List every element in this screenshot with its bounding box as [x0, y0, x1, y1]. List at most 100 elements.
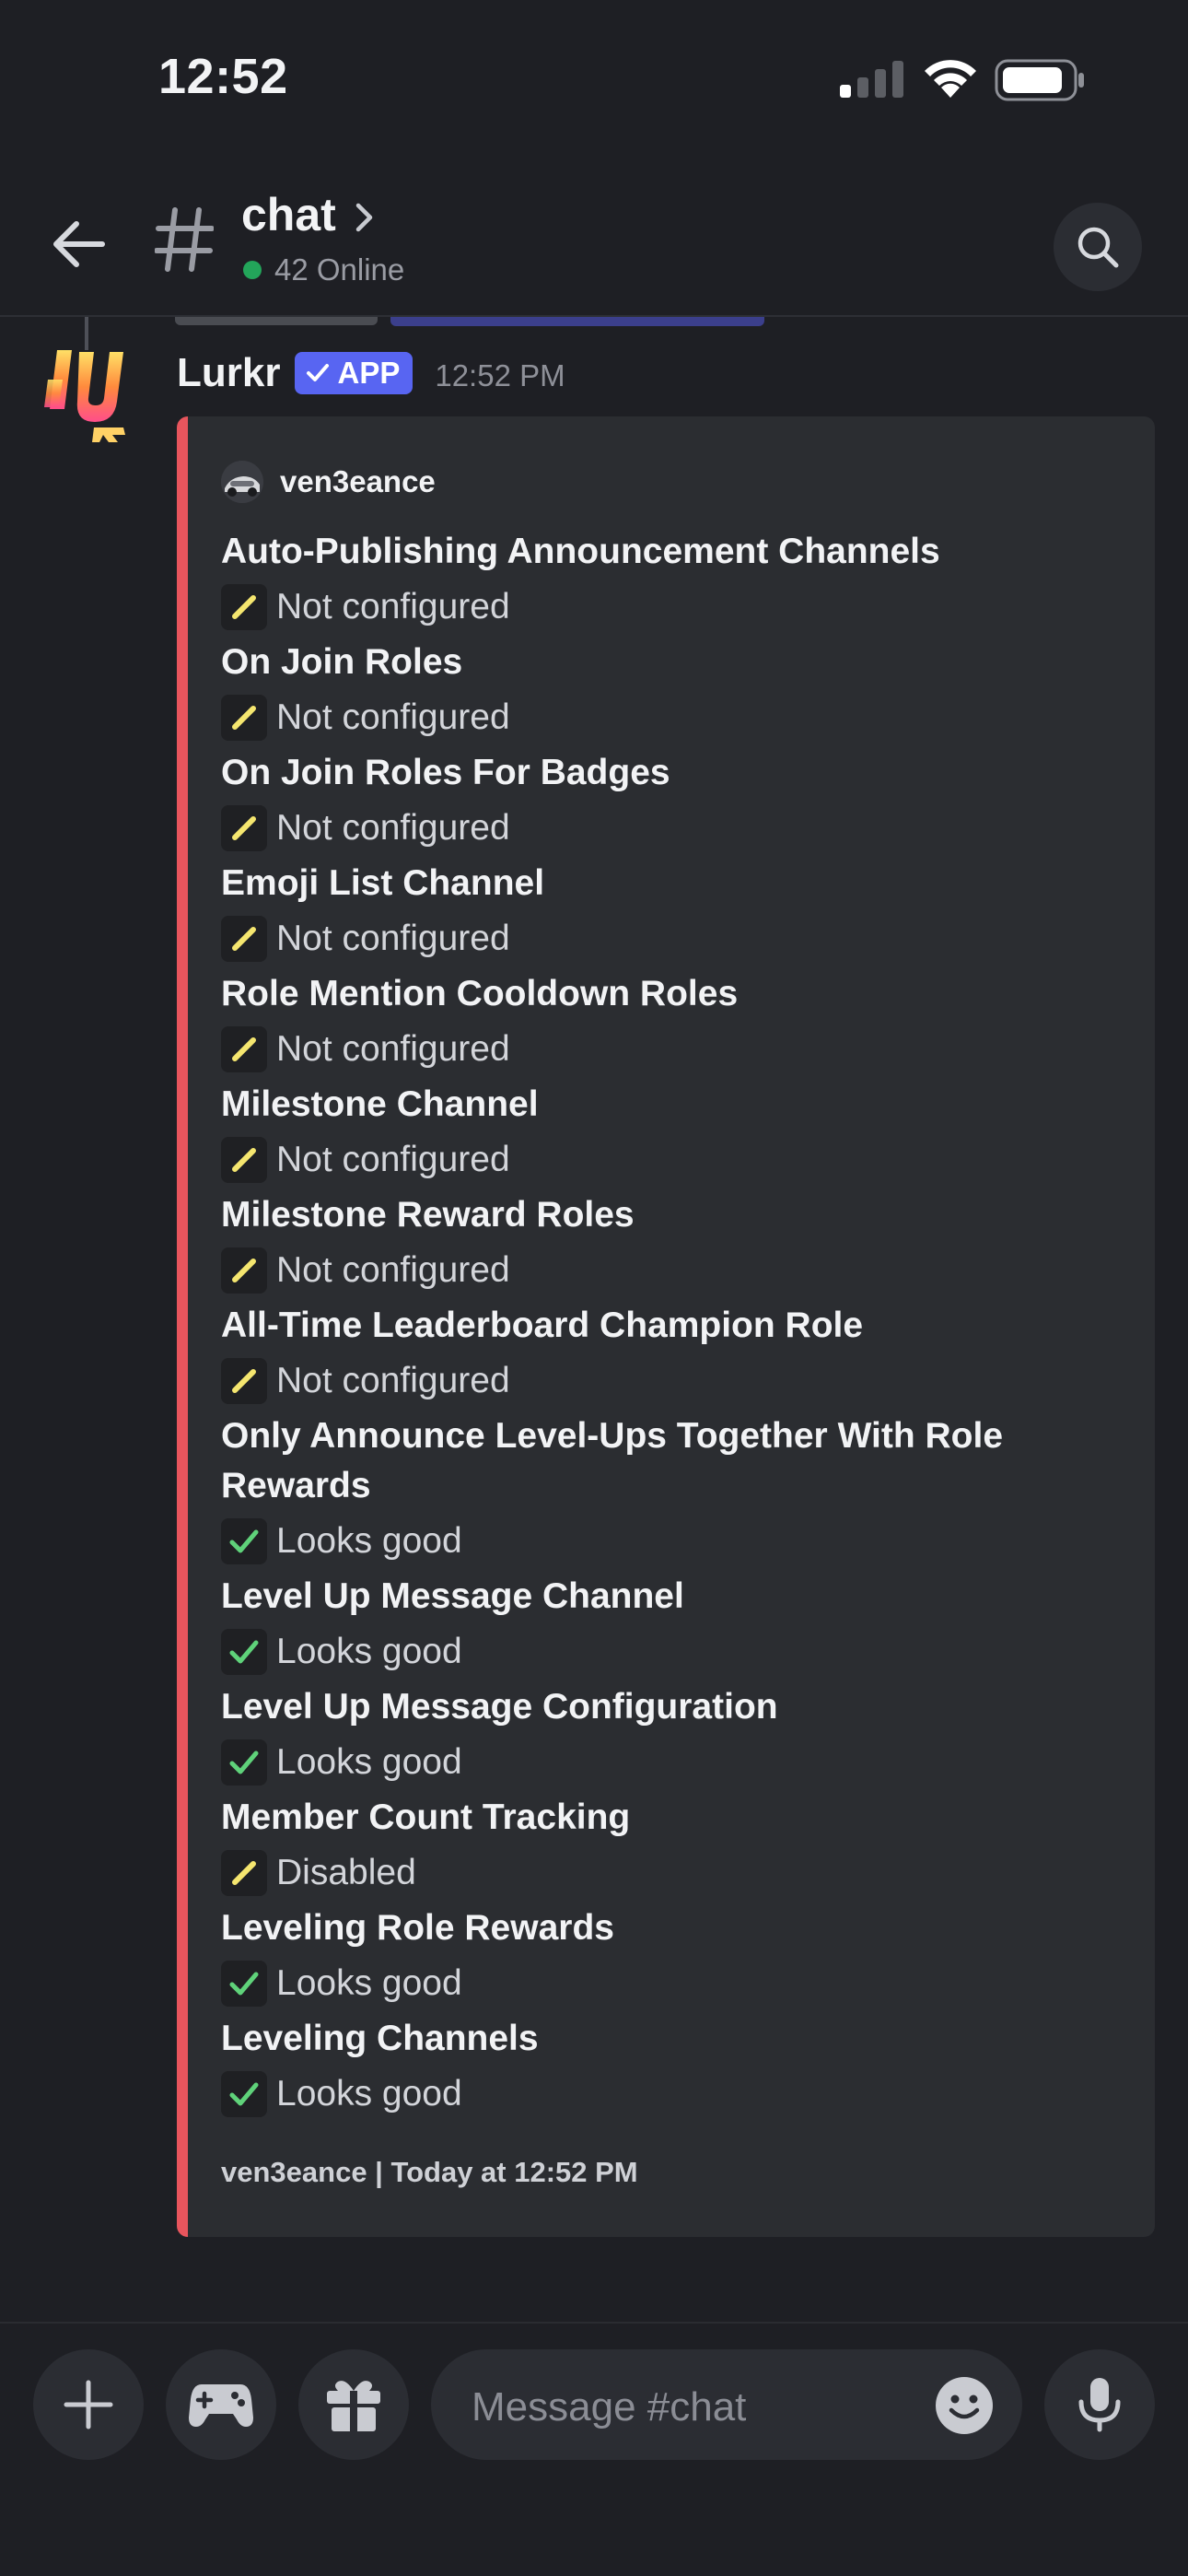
search-icon	[1077, 227, 1119, 268]
embed-field-value: Not configured	[276, 587, 510, 626]
embed-field: Level Up Message Channel Looks good	[221, 1572, 1124, 1682]
embed-field-name: Level Up Message Configuration	[221, 1687, 778, 1727]
voice-message-button[interactable]	[1044, 2349, 1155, 2460]
embed-accent-bar	[177, 416, 188, 2237]
previous-message-fragment	[0, 317, 1188, 332]
back-button[interactable]	[37, 203, 120, 286]
embed-field-value-row: Not configured	[221, 1351, 1124, 1411]
bot-avatar[interactable]	[44, 343, 136, 444]
embed-field: Role Mention Cooldown Roles Not configure…	[221, 969, 1124, 1080]
embed-field: Leveling Role Rewards Looks good	[221, 1903, 1124, 2014]
pencil-icon	[221, 584, 267, 630]
embed-field-value: Not configured	[276, 697, 510, 737]
pencil-icon	[221, 1137, 267, 1183]
check-icon	[221, 1629, 267, 1675]
embed-field: Emoji List Channel Not configured	[221, 859, 1124, 969]
embed-field-value-row: Looks good	[221, 1622, 1124, 1682]
embed-author: ven3eance	[221, 461, 436, 503]
embed-field-value: Looks good	[276, 2074, 462, 2113]
embed-footer: ven3eance | Today at 12:52 PM	[221, 2156, 638, 2188]
embed-field-value: Not configured	[276, 808, 510, 848]
embed-field-name: All-Time Leaderboard Champion Role	[221, 1306, 864, 1345]
search-button[interactable]	[1054, 203, 1142, 291]
message-input-placeholder: Message #chat	[472, 2384, 747, 2430]
gift-button[interactable]	[298, 2349, 409, 2460]
embed-field-value-row: Not configured	[221, 577, 1124, 638]
embed-field-value-row: Looks good	[221, 1732, 1124, 1793]
embed-field-value: Not configured	[276, 1140, 510, 1179]
embed-field-name: Leveling Role Rewards	[221, 1908, 614, 1948]
check-icon	[221, 1518, 267, 1564]
embed-field-value: Looks good	[276, 1632, 462, 1671]
embed-field-value: Looks good	[276, 1963, 462, 2003]
embed-field: Leveling Channels Looks good	[221, 2014, 1124, 2125]
previous-link-fragment[interactable]	[390, 317, 764, 326]
channel-header: chat 42 Online	[0, 175, 1188, 313]
arrow-left-icon	[53, 221, 105, 267]
online-status: 42 Online	[243, 252, 404, 287]
message-header: Lurkr APP 12:52 PM	[177, 350, 565, 396]
embed-field-name: Member Count Tracking	[221, 1797, 631, 1837]
hash-icon	[155, 207, 214, 272]
microphone-icon	[1078, 2378, 1121, 2432]
embed-author-avatar	[221, 461, 263, 503]
embed-field-value-row: Not configured	[221, 687, 1124, 748]
emoji-picker-icon[interactable]	[934, 2375, 995, 2436]
embed-field-value-row: Disabled	[221, 1843, 1124, 1903]
embed-field: Only Announce Level-Ups Together With Ro…	[221, 1411, 1124, 1572]
embed-field-value-row: Looks good	[221, 1511, 1124, 1572]
author-name[interactable]: Lurkr	[177, 350, 280, 396]
embed-field-value: Not configured	[276, 919, 510, 958]
embed-field: On Join Roles For Badges Not configured	[221, 748, 1124, 859]
message-timestamp: 12:52 PM	[435, 358, 565, 392]
cellular-signal-icon	[840, 61, 903, 98]
previous-text-fragment	[175, 317, 378, 325]
embed-field: Milestone Reward Roles Not configured	[221, 1190, 1124, 1301]
battery-icon	[995, 59, 1084, 101]
embed-field-name: Emoji List Channel	[221, 863, 545, 903]
embed-field-name: On Join Roles	[221, 642, 463, 682]
online-dot-icon	[243, 261, 262, 279]
app-badge-label: APP	[337, 356, 401, 390]
gamepad-icon	[189, 2384, 253, 2427]
gift-icon	[327, 2381, 380, 2431]
screen: 12:52 chat 42 Online Lurkr APP 12:52 PM …	[0, 0, 1188, 2576]
embed-field-name: Milestone Channel	[221, 1084, 539, 1124]
embed-field-name: Level Up Message Channel	[221, 1576, 684, 1616]
embed-field-name: Auto-Publishing Announcement Channels	[221, 532, 940, 571]
pencil-icon	[221, 1850, 267, 1896]
activities-button[interactable]	[166, 2349, 276, 2460]
embed-field-value-row: Not configured	[221, 1240, 1124, 1301]
embed-card: ven3eance Auto-Publishing Announcement C…	[177, 416, 1155, 2237]
embed-field: Member Count Tracking Disabled	[221, 1793, 1124, 1903]
embed-author-name: ven3eance	[280, 464, 436, 498]
embed-field-value-row: Not configured	[221, 1019, 1124, 1080]
pencil-icon	[221, 695, 267, 741]
embed-field-name: On Join Roles For Badges	[221, 753, 670, 792]
plus-icon	[64, 2380, 113, 2430]
pencil-icon	[221, 1026, 267, 1072]
embed-field-value-row: Looks good	[221, 2064, 1124, 2125]
channel-name[interactable]: chat	[241, 188, 336, 241]
embed-field: Milestone Channel Not configured	[221, 1080, 1124, 1190]
embed-field-name: Milestone Reward Roles	[221, 1195, 635, 1235]
embed-field-value-row: Not configured	[221, 908, 1124, 969]
embed-field-name: Only Announce Level-Ups Together With Ro…	[221, 1416, 1004, 1505]
embed-field-value: Not configured	[276, 1250, 510, 1290]
pencil-icon	[221, 916, 267, 962]
embed-field-value: Not configured	[276, 1029, 510, 1069]
check-icon	[221, 2071, 267, 2117]
pencil-icon	[221, 805, 267, 851]
add-attachment-button[interactable]	[33, 2349, 144, 2460]
embed-field-name: Leveling Channels	[221, 2019, 539, 2058]
embed-field-value-row: Not configured	[221, 798, 1124, 859]
embed-field: All-Time Leaderboard Champion Role Not co…	[221, 1301, 1124, 1411]
embed-field-value: Disabled	[276, 1853, 416, 1892]
message-input[interactable]: Message #chat	[431, 2349, 1022, 2460]
composer-divider	[0, 2322, 1188, 2324]
embed-field-value: Looks good	[276, 1742, 462, 1782]
embed-fields: Auto-Publishing Announcement Channels Not…	[221, 527, 1124, 2125]
embed-field-value: Looks good	[276, 1521, 462, 1561]
embed-field: On Join Roles Not configured	[221, 638, 1124, 748]
status-time: 12:52	[158, 49, 288, 104]
